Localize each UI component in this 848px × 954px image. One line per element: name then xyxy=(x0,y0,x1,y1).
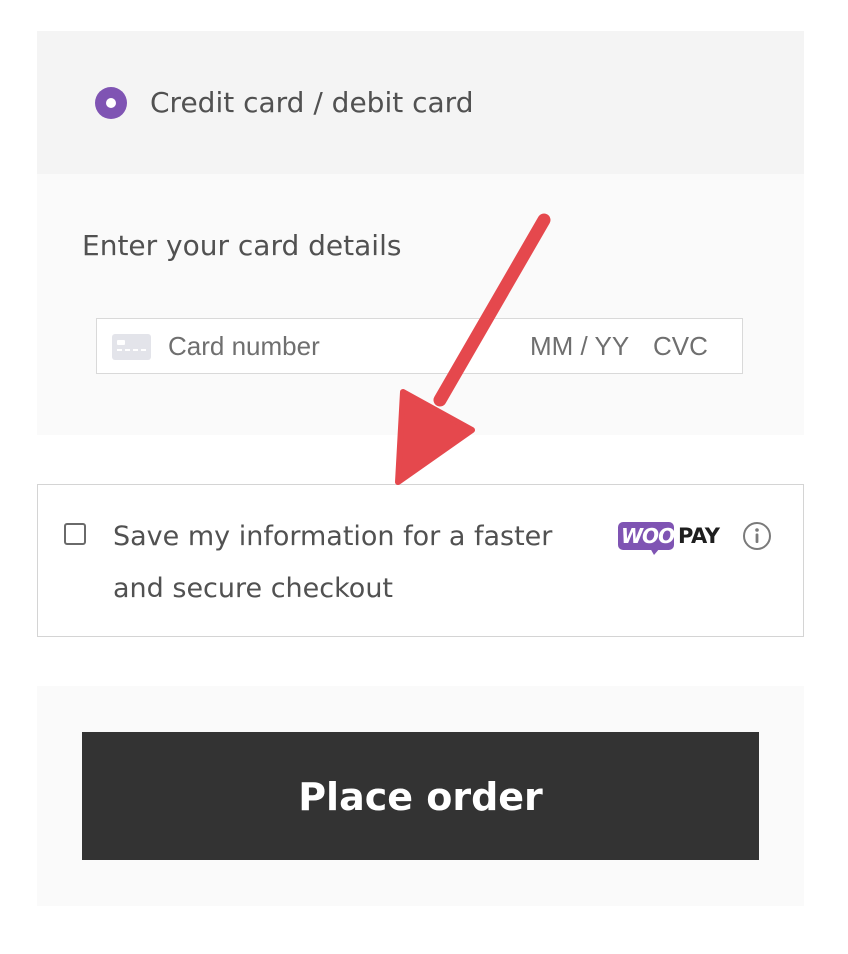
card-details-heading: Enter your card details xyxy=(82,229,402,262)
save-info-checkbox[interactable] xyxy=(64,523,86,545)
expiry-input[interactable]: MM / YY xyxy=(530,328,629,364)
credit-card-icon xyxy=(112,334,151,360)
cvc-input[interactable]: CVC xyxy=(653,328,708,364)
credit-card-radio[interactable] xyxy=(95,87,127,119)
place-order-panel: Place order xyxy=(37,686,804,906)
woo-logo-text: WOO xyxy=(621,524,675,548)
card-number-input[interactable]: Card number xyxy=(168,328,320,364)
place-order-button[interactable]: Place order xyxy=(82,732,759,860)
card-input-field[interactable]: Card number MM / YY CVC xyxy=(96,318,743,374)
save-info-label[interactable]: Save my information for a faster and sec… xyxy=(113,511,563,615)
payment-method-header[interactable]: Credit card / debit card xyxy=(37,31,804,174)
woopay-save-box: Save my information for a faster and sec… xyxy=(37,484,804,637)
card-details-panel: Enter your card details Card number MM /… xyxy=(37,174,804,435)
payment-method-label[interactable]: Credit card / debit card xyxy=(150,83,473,123)
info-circle-icon[interactable] xyxy=(742,521,772,551)
pay-logo-text: PAY xyxy=(678,524,720,548)
woo-logo-bubble: WOO xyxy=(618,522,675,555)
